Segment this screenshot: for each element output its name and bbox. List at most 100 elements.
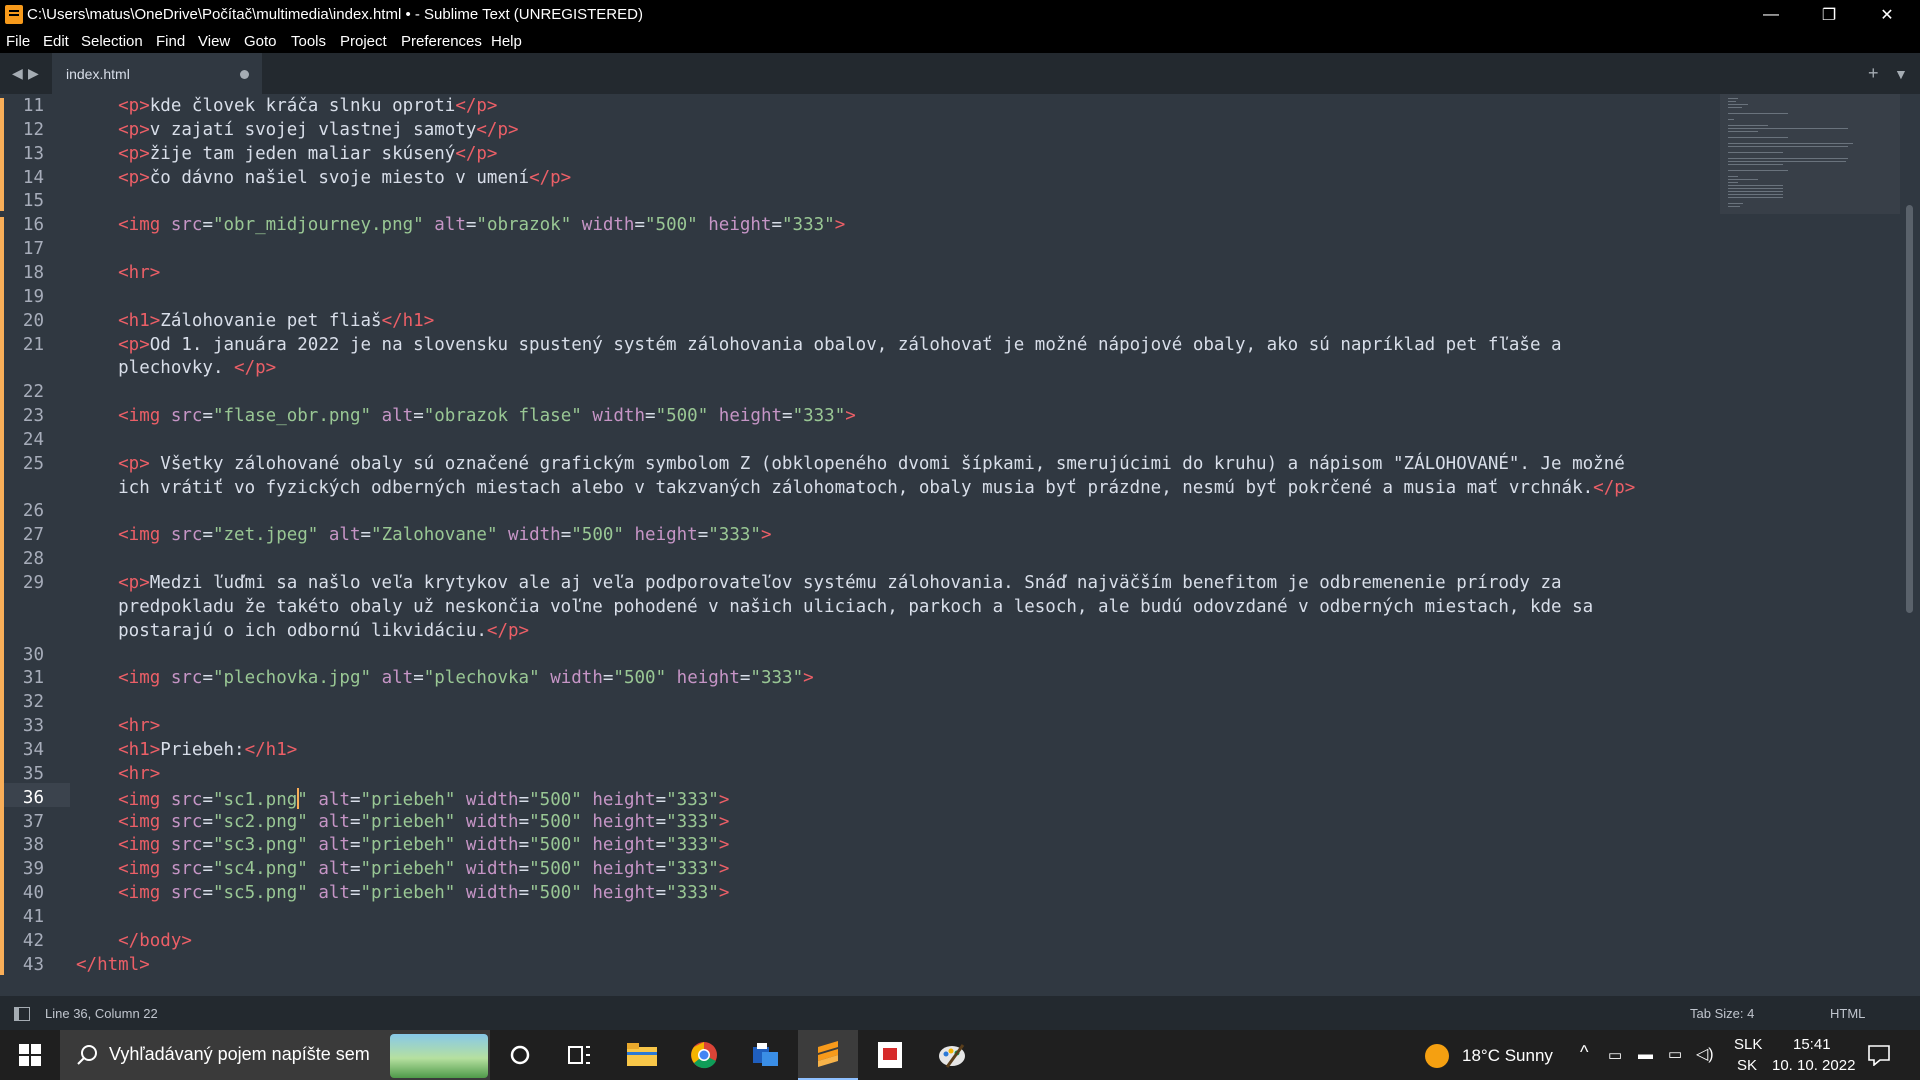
code-line[interactable]: <h1>Zálohovanie pet fliaš</h1> <box>76 311 434 331</box>
language-top[interactable]: SLK <box>1734 1036 1762 1053</box>
close-button[interactable]: ✕ <box>1858 0 1916 29</box>
code-line[interactable]: <p>kde človek kráča slnku oproti</p> <box>76 96 497 116</box>
code-line[interactable]: plechovky. </p> <box>76 358 276 378</box>
weather-sun-icon[interactable] <box>1424 1043 1450 1074</box>
language-bottom[interactable]: SK <box>1737 1057 1757 1074</box>
code-token: </p> <box>486 620 530 641</box>
code-token: "sc3.png" <box>212 835 308 856</box>
code-token: <p> <box>76 96 150 116</box>
minimap[interactable] <box>1720 94 1900 224</box>
code-line[interactable]: ich vrátiť vo fyzických odberných miesta… <box>76 478 1635 498</box>
code-line[interactable]: <img src="obr_midjourney.png" alt="obraz… <box>76 215 845 235</box>
code-token: "333" <box>750 668 804 689</box>
code-line[interactable]: <hr> <box>76 716 160 736</box>
unsaved-dot-icon[interactable] <box>240 70 249 79</box>
minimap-line <box>1728 185 1783 186</box>
code-token: height <box>592 859 656 880</box>
code-line[interactable]: </body> <box>76 931 192 951</box>
code-line[interactable]: <h1>Priebeh:</h1> <box>76 740 297 760</box>
tab-list-chevron-icon[interactable]: ▼ <box>1894 66 1908 82</box>
store-app-icon[interactable] <box>736 1030 796 1080</box>
code-line[interactable]: <img src="zet.jpeg" alt="Zalohovane" wid… <box>76 525 771 545</box>
minimap-line <box>1728 176 1738 177</box>
minimap-line <box>1728 98 1738 99</box>
code-line[interactable]: <img src="sc2.png" alt="priebeh" width="… <box>76 812 729 832</box>
windows-start-icon[interactable] <box>0 1030 60 1080</box>
vertical-scrollbar[interactable] <box>1906 205 1913 613</box>
menu-help[interactable]: Help <box>491 33 522 50</box>
code-token: = <box>349 859 361 880</box>
code-line[interactable]: <hr> <box>76 263 160 283</box>
code-token: src <box>170 789 203 810</box>
clock-time[interactable]: 15:41 <box>1793 1036 1831 1053</box>
code-line[interactable]: <img src="sc5.png" alt="priebeh" width="… <box>76 883 729 903</box>
code-line[interactable]: <img src="sc1.png" alt="priebeh" width="… <box>76 787 729 810</box>
code-line[interactable]: <img src="plechovka.jpg" alt="plechovka"… <box>76 668 814 688</box>
menu-preferences[interactable]: Preferences <box>401 33 482 50</box>
menu-find[interactable]: Find <box>156 33 185 50</box>
notifications-icon[interactable] <box>1868 1044 1890 1071</box>
code-line[interactable]: predpokladu že takéto obaly už neskončia… <box>76 597 1593 617</box>
nav-back-icon[interactable]: ◀ <box>12 65 23 82</box>
menu-tools[interactable]: Tools <box>291 33 326 50</box>
taskbar-search[interactable]: Vyhľadávaný pojem napíšte sem <box>60 1030 490 1080</box>
code-token: = <box>518 883 530 904</box>
code-token: "500" <box>655 406 709 427</box>
code-token: = <box>602 668 614 689</box>
code-token: </h1> <box>381 310 435 331</box>
cortana-icon[interactable] <box>490 1030 550 1080</box>
code-token: width <box>592 406 646 427</box>
panel-toggle-icon[interactable] <box>14 1007 30 1021</box>
chrome-icon[interactable] <box>674 1030 734 1080</box>
tab-label: index.html <box>66 66 130 82</box>
code-line[interactable]: </html> <box>76 955 150 975</box>
cursor-position: Line 36, Column 22 <box>45 1006 158 1021</box>
weather-text[interactable]: 18°C Sunny <box>1462 1046 1553 1066</box>
code-line[interactable]: <p> Všetky zálohované obaly sú označené … <box>76 454 1625 474</box>
code-editor[interactable]: <p>kde človek kráča slnku oproti</p> <p>… <box>0 94 1700 982</box>
paint-app-icon[interactable] <box>922 1030 982 1080</box>
battery-icon[interactable]: ▬ <box>1638 1046 1653 1063</box>
document-app-icon[interactable] <box>860 1030 920 1080</box>
code-line[interactable]: <img src="sc3.png" alt="priebeh" width="… <box>76 835 729 855</box>
tab-index-html[interactable]: index.html <box>52 53 262 94</box>
network-icon[interactable]: ▭ <box>1608 1046 1622 1064</box>
menu-file[interactable]: File <box>6 33 30 50</box>
code-line[interactable]: <img src="sc4.png" alt="priebeh" width="… <box>76 859 729 879</box>
clock-date[interactable]: 10. 10. 2022 <box>1772 1057 1855 1074</box>
new-tab-plus-icon[interactable]: + <box>1868 63 1879 84</box>
volume-icon[interactable]: ◁) <box>1696 1044 1714 1064</box>
minimap-line <box>1728 179 1758 180</box>
code-token: " <box>297 789 308 810</box>
maximize-button[interactable]: ❐ <box>1800 0 1858 29</box>
sublime-text-taskbar-icon[interactable] <box>798 1030 858 1080</box>
minimap-line <box>1728 197 1783 198</box>
code-token: "obrazok" <box>476 215 572 236</box>
code-line[interactable]: <p>Od 1. januára 2022 je na slovensku sp… <box>76 335 1561 355</box>
task-view-icon[interactable] <box>550 1030 610 1080</box>
code-line[interactable]: postarajú o ich odbornú likvidáciu.</p> <box>76 621 529 641</box>
code-line[interactable]: <p>v zajatí svojej vlastnej samoty</p> <box>76 120 518 140</box>
syntax-mode[interactable]: HTML <box>1830 1006 1865 1021</box>
code-line[interactable]: <p>čo dávno našiel svoje miesto v umení<… <box>76 168 571 188</box>
code-token: "333" <box>782 215 835 236</box>
menu-view[interactable]: View <box>198 33 230 50</box>
file-explorer-icon[interactable] <box>612 1030 672 1080</box>
menu-goto[interactable]: Goto <box>244 33 277 50</box>
minimize-button[interactable]: — <box>1742 0 1800 29</box>
code-token: > <box>139 954 150 975</box>
code-line[interactable]: <p>žije tam jeden maliar skúsený</p> <box>76 144 497 164</box>
chevron-up-icon[interactable]: ^ <box>1580 1042 1588 1063</box>
menu-project[interactable]: Project <box>340 33 387 50</box>
code-token: "333" <box>666 883 719 904</box>
code-line[interactable]: <img src="flase_obr.png" alt="obrazok fl… <box>76 406 856 426</box>
code-line[interactable]: <hr> <box>76 764 160 784</box>
menu-selection[interactable]: Selection <box>81 33 143 50</box>
tab-size[interactable]: Tab Size: 4 <box>1690 1006 1754 1021</box>
nav-forward-icon[interactable]: ▶ <box>28 65 39 82</box>
display-icon[interactable]: ▭ <box>1668 1045 1682 1063</box>
menu-edit[interactable]: Edit <box>43 33 69 50</box>
code-line[interactable]: <p>Medzi ľuďmi sa našlo veľa krytykov al… <box>76 573 1561 593</box>
